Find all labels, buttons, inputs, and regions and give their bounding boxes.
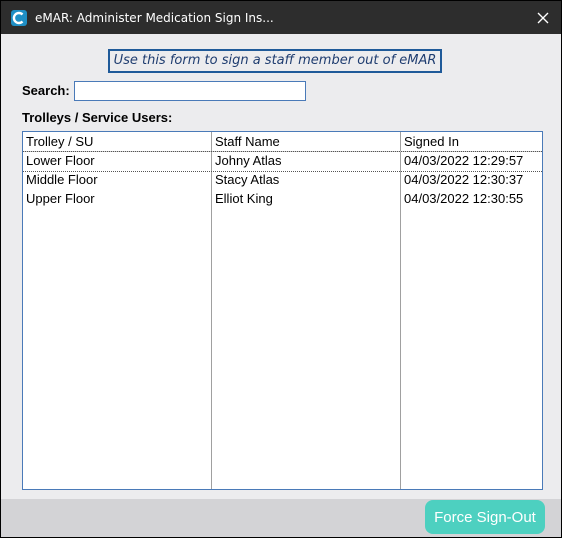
close-icon (537, 12, 549, 24)
footer-bar: Force Sign-Out (1, 499, 561, 537)
cell-trolley: Lower Floor (26, 153, 95, 168)
list-header: Trolley / SU Staff Name Signed In (23, 132, 542, 152)
cell-staff-name: Johny Atlas (215, 153, 282, 168)
form-content: Use this form to sign a staff member out… (1, 34, 561, 499)
window: eMAR: Administer Medication Sign Ins... … (0, 0, 562, 538)
title-bar[interactable]: eMAR: Administer Medication Sign Ins... (1, 1, 561, 34)
column-header-signed-in[interactable]: Signed In (404, 132, 459, 151)
force-sign-out-button[interactable]: Force Sign-Out (425, 500, 545, 534)
search-input[interactable] (74, 81, 306, 101)
close-button[interactable] (531, 6, 555, 30)
cell-signed-in: 04/03/2022 12:30:55 (404, 191, 524, 206)
cell-staff-name: Elliot King (215, 191, 273, 206)
emar-logo-icon (11, 10, 27, 26)
instruction-banner: Use this form to sign a staff member out… (108, 49, 442, 73)
search-label: Search: (22, 83, 70, 98)
column-header-staff-name[interactable]: Staff Name (215, 132, 280, 151)
column-header-trolley[interactable]: Trolley / SU (26, 132, 93, 151)
table-row[interactable]: Upper Floor Elliot King 04/03/2022 12:30… (23, 189, 542, 208)
cell-signed-in: 04/03/2022 12:30:37 (404, 172, 524, 187)
list-section-label: Trolleys / Service Users: (22, 110, 173, 125)
cell-staff-name: Stacy Atlas (215, 172, 280, 187)
cell-signed-in: 04/03/2022 12:29:57 (404, 153, 524, 168)
trolley-list[interactable]: Trolley / SU Staff Name Signed In Lower … (22, 131, 543, 490)
table-row[interactable]: Lower Floor Johny Atlas 04/03/2022 12:29… (23, 151, 542, 172)
cell-trolley: Upper Floor (26, 191, 95, 206)
window-title: eMAR: Administer Medication Sign Ins... (35, 11, 274, 25)
table-row[interactable]: Middle Floor Stacy Atlas 04/03/2022 12:3… (23, 170, 542, 189)
cell-trolley: Middle Floor (26, 172, 98, 187)
